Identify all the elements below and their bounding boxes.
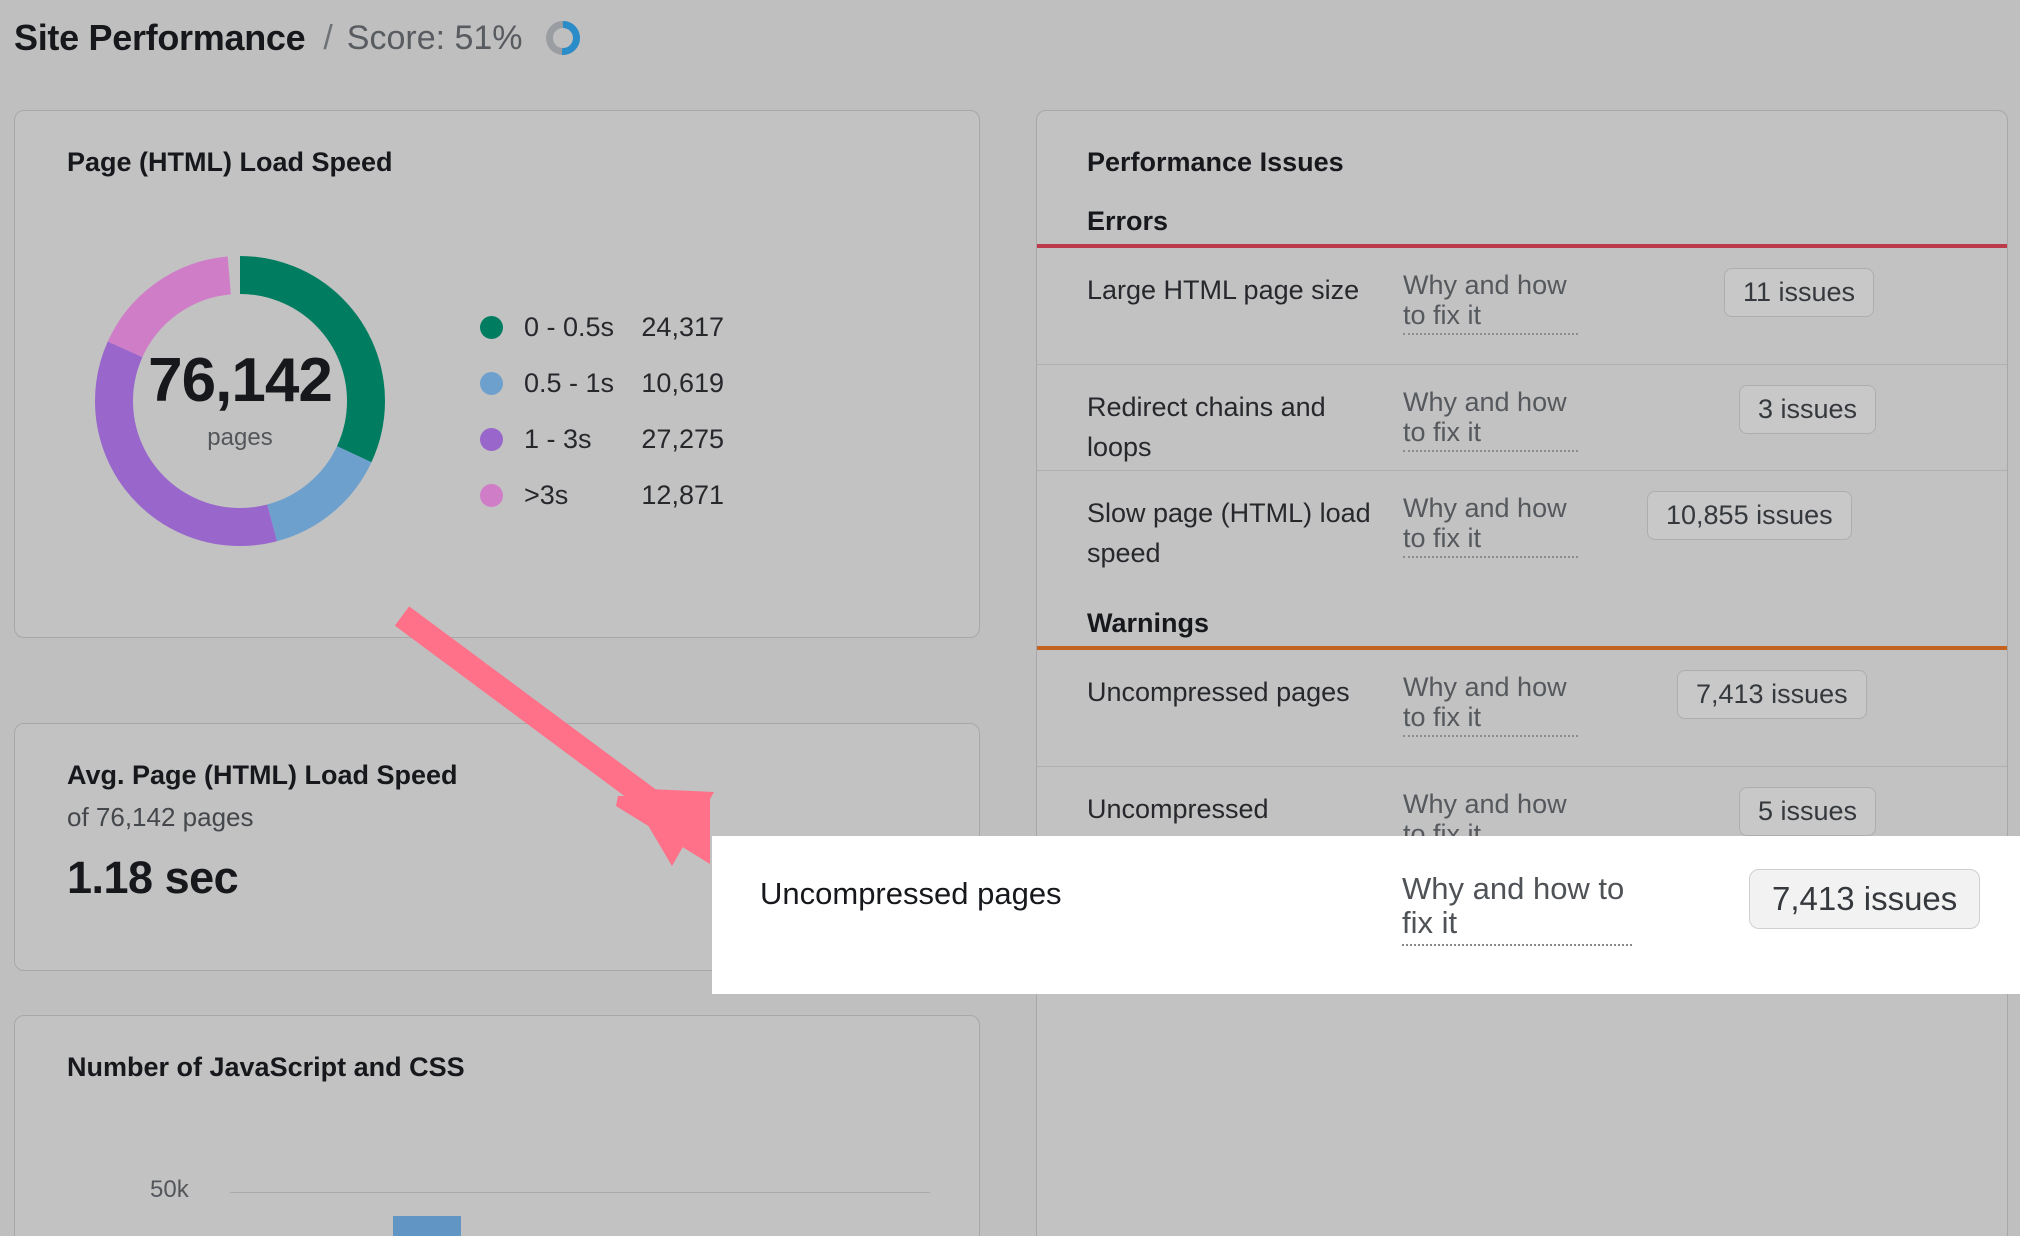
bar-chart-y-tick-label: 50k: [150, 1176, 189, 1203]
legend-item: 1 - 3s 27,275: [480, 411, 724, 467]
performance-issues-card: Performance Issues Errors Large HTML pag…: [1036, 110, 2008, 1236]
issue-row[interactable]: Large HTML page size Why and how to fix …: [1037, 248, 2007, 364]
card-title-avg-speed: Avg. Page (HTML) Load Speed: [67, 760, 458, 790]
issue-label: Slow page (HTML) load speed: [1087, 498, 1371, 568]
header-separator: /: [323, 18, 333, 57]
issue-label: Redirect chains and loops: [1087, 392, 1326, 462]
issue-count-badge[interactable]: 5 issues: [1739, 787, 1877, 836]
legend-item: 0 - 0.5s 24,317: [480, 299, 724, 355]
page-load-speed-card: Page (HTML) Load Speed 76,142 pages 0 - …: [14, 110, 980, 638]
issue-label: Large HTML page size: [1087, 275, 1360, 305]
legend-color-dot: [480, 315, 503, 339]
legend-color-dot: [480, 427, 503, 451]
donut-center-value: 76,142: [148, 346, 333, 415]
load-speed-donut-chart: 76,142 pages: [70, 231, 410, 571]
legend-color-dot: [480, 483, 503, 507]
issue-count-badge[interactable]: 7,413 issues: [1677, 670, 1867, 719]
donut-center-text: 76,142 pages: [70, 231, 410, 571]
legend-value: 12,871: [641, 479, 724, 510]
why-and-how-to-fix-it-link[interactable]: Why and how to fix it: [1403, 493, 1578, 566]
legend-label: 0.5 - 1s: [524, 367, 615, 398]
legend-item: >3s 12,871: [480, 467, 724, 523]
legend-item: 0.5 - 1s 10,619: [480, 355, 724, 411]
legend-label: 1 - 3s: [524, 423, 592, 454]
legend-value: 27,275: [641, 423, 724, 454]
issue-row[interactable]: Slow page (HTML) load speed Why and how …: [1037, 470, 2007, 577]
score-donut-icon: [545, 20, 581, 56]
highlighted-issue-callout[interactable]: Uncompressed pages Why and how to fix it…: [712, 836, 2020, 994]
bar-chart-bar: [393, 1216, 461, 1236]
avg-speed-subtitle: of 76,142 pages: [67, 802, 254, 832]
why-and-how-to-fix-it-link[interactable]: Why and how to fix it: [1403, 387, 1578, 460]
page-header: Site Performance / Score: 51%: [14, 8, 581, 68]
card-title-load-speed: Page (HTML) Load Speed: [67, 147, 393, 177]
issue-count-badge[interactable]: 11 issues: [1724, 268, 1875, 317]
issue-label: Uncompressed pages: [1087, 677, 1350, 707]
legend-value: 10,619: [641, 367, 724, 398]
highlighted-issue-label: Uncompressed pages: [760, 876, 1062, 911]
issue-count-badge[interactable]: 3 issues: [1739, 385, 1877, 434]
donut-center-sublabel: pages: [207, 424, 273, 451]
legend-label: 0 - 0.5s: [524, 311, 615, 342]
screenshot-root: Site Performance / Score: 51% Page (HTML…: [0, 0, 2020, 1236]
why-and-how-to-fix-it-link[interactable]: Why and how to fix it: [1403, 270, 1578, 343]
legend-color-dot: [480, 371, 503, 395]
js-css-count-card: Number of JavaScript and CSS 50k: [14, 1015, 980, 1236]
highlighted-issue-count-badge[interactable]: 7,413 issues: [1749, 869, 1981, 929]
score-label: Score: 51%: [346, 18, 523, 57]
legend-value: 24,317: [641, 311, 724, 342]
avg-speed-value: 1.18 sec: [67, 852, 239, 903]
bar-chart-gridline: [230, 1192, 930, 1193]
issue-count-badge[interactable]: 10,855 issues: [1647, 491, 1852, 540]
card-title-performance-issues: Performance Issues: [1087, 147, 1344, 177]
load-speed-legend: 0 - 0.5s 24,317 0.5 - 1s 10,619 1 - 3s 2…: [480, 299, 724, 523]
card-title-js-css: Number of JavaScript and CSS: [67, 1052, 465, 1082]
highlighted-why-and-how-to-fix-it-link[interactable]: Why and how to fix it: [1402, 872, 1632, 954]
issue-row[interactable]: Redirect chains and loops Why and how to…: [1037, 364, 2007, 470]
why-and-how-to-fix-it-link[interactable]: Why and how to fix it: [1403, 672, 1578, 745]
issue-row[interactable]: Uncompressed pages Why and how to fix it…: [1037, 650, 2007, 766]
legend-label: >3s: [524, 479, 569, 510]
page-title: Site Performance: [14, 17, 306, 58]
section-heading-warnings: Warnings: [1087, 608, 1210, 638]
section-heading-errors: Errors: [1087, 206, 1169, 236]
